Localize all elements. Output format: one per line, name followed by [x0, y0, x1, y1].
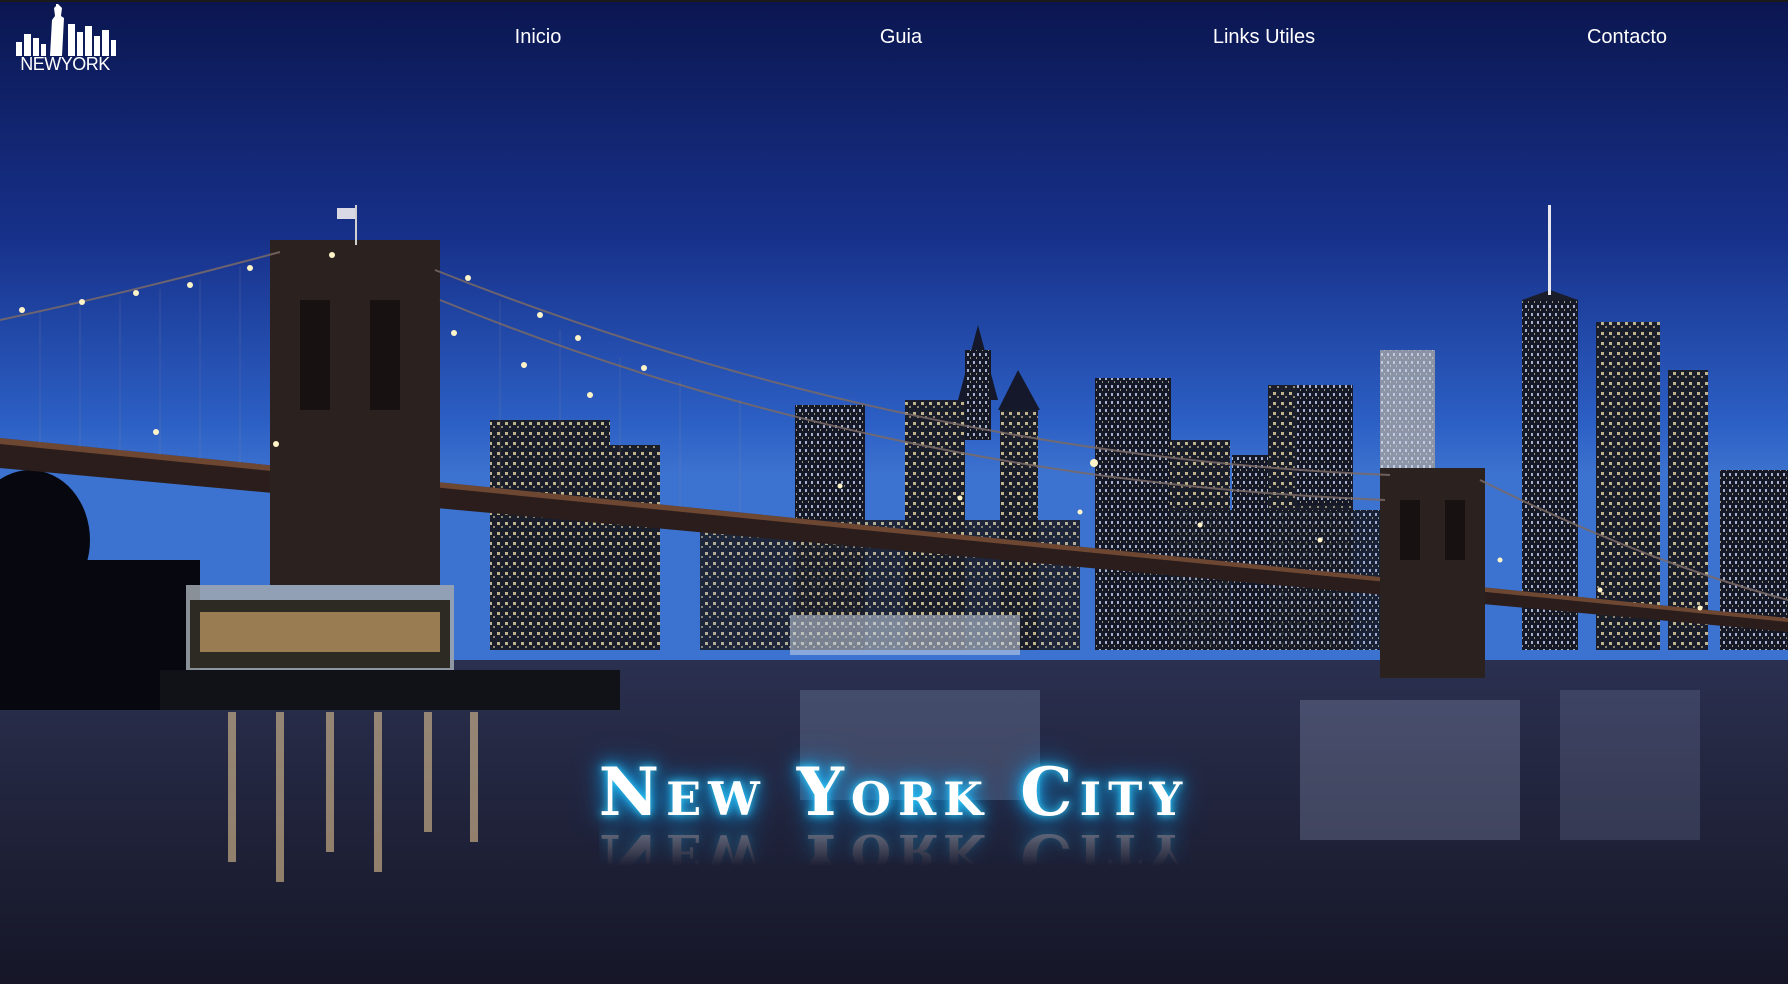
site-logo[interactable]: NEWYORK — [12, 4, 118, 76]
nav-link-inicio[interactable]: Inicio — [515, 26, 562, 49]
page: NEWYORK Inicio Guia Links Utiles Contact… — [0, 0, 1788, 984]
hero-title-container: New York City — [0, 752, 1788, 832]
navbar: NEWYORK Inicio Guia Links Utiles Contact… — [0, 0, 1788, 80]
hero-title: New York City — [598, 753, 1190, 831]
nav-link-contacto[interactable]: Contacto — [1587, 26, 1667, 49]
nav-link-guia[interactable]: Guia — [880, 26, 922, 49]
logo-text: NEWYORK — [20, 54, 110, 74]
nav-link-links-utiles[interactable]: Links Utiles — [1213, 26, 1315, 49]
skyline-statue-of-liberty-icon — [16, 4, 116, 56]
hero-background-image — [0, 0, 1788, 984]
